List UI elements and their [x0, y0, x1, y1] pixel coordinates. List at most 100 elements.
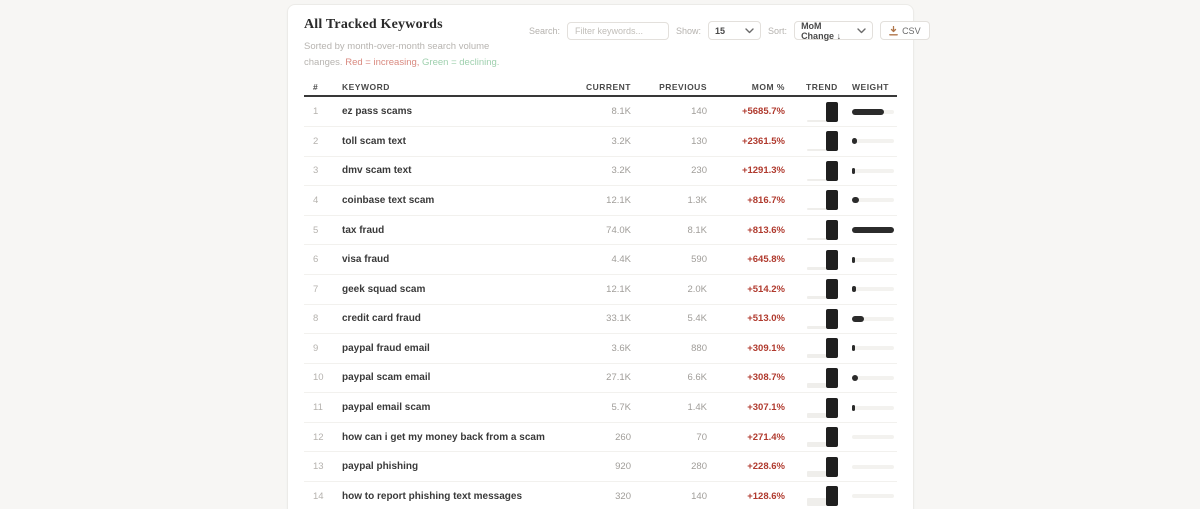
show-select[interactable]: 15 — [708, 21, 762, 40]
tracked-keywords-card: All Tracked Keywords Sorted by month-ove… — [287, 4, 930, 509]
current-volume-cell: 12.1K — [606, 194, 631, 206]
trend-current-bar — [826, 456, 838, 477]
table-body: 1 ez pass scams 8.1K 140 +5685.7% 2 toll… — [304, 97, 897, 509]
weight-bar-fill — [852, 138, 858, 145]
previous-volume-cell: 1.4K — [687, 402, 707, 414]
weight-bar-fill — [852, 345, 855, 352]
trend-current-bar — [826, 160, 838, 181]
previous-volume-cell: 5.4K — [687, 313, 707, 325]
weight-bar-fill — [852, 315, 864, 322]
weight-cell — [839, 138, 897, 145]
weight-bar-track — [852, 139, 894, 144]
row-number: 1 — [313, 106, 319, 118]
column-header-current: CURRENT — [585, 82, 631, 93]
title-block: All Tracked Keywords Sorted by month-ove… — [304, 17, 529, 70]
weight-cell — [839, 493, 897, 499]
row-number: 7 — [313, 283, 319, 295]
previous-volume-cell: 140 — [691, 106, 707, 118]
weight-cell — [839, 315, 897, 322]
trend-sparkline — [785, 190, 839, 211]
trend-previous-bar — [807, 497, 826, 507]
trend-current-bar — [826, 131, 838, 152]
weight-bar — [852, 108, 894, 115]
trend-sparkline — [785, 397, 839, 418]
keyword-cell: paypal fraud email — [342, 342, 430, 354]
keyword-cell: paypal phishing — [342, 461, 419, 473]
keyword-cell: paypal email scam — [342, 402, 431, 414]
previous-volume-cell: 130 — [691, 135, 707, 147]
table-row: 8 credit card fraud 33.1K 5.4K +513.0% — [304, 305, 897, 335]
weight-bar-track — [852, 435, 894, 440]
keywords-table: # KEYWORD CURRENT PREVIOUS MOM % TREND W… — [288, 79, 913, 509]
show-select-value: 15 — [715, 25, 726, 36]
weight-bar-track — [852, 375, 894, 380]
column-header-mom: MOM % — [751, 82, 785, 93]
current-volume-cell: 3.2K — [611, 135, 631, 147]
row-number: 4 — [313, 194, 319, 206]
subtitle-green-text: Green = declining. — [422, 56, 500, 68]
current-volume-cell: 33.1K — [606, 313, 631, 325]
row-number: 10 — [313, 372, 324, 384]
trend-previous-bar — [807, 237, 826, 241]
trend-current-bar — [826, 249, 838, 270]
table-row: 3 dmv scam text 3.2K 230 +1291.3% — [304, 157, 897, 187]
table-row: 7 geek squad scam 12.1K 2.0K +514.2% — [304, 275, 897, 305]
weight-bar-fill — [852, 227, 894, 234]
mom-change-cell: +816.7% — [747, 194, 785, 206]
weight-bar — [852, 493, 894, 499]
trend-sparkline — [785, 308, 839, 329]
table-row: 9 paypal fraud email 3.6K 880 +309.1% — [304, 334, 897, 364]
previous-volume-cell: 2.0K — [687, 283, 707, 295]
current-volume-cell: 27.1K — [606, 372, 631, 384]
previous-volume-cell: 8.1K — [687, 224, 707, 236]
weight-bar-track — [852, 494, 894, 499]
trend-sparkline — [785, 160, 839, 181]
weight-bar-fill — [852, 374, 858, 381]
weight-bar-track — [852, 168, 894, 173]
row-number: 9 — [313, 342, 319, 354]
trend-previous-bar — [807, 295, 826, 300]
weight-cell — [839, 374, 897, 381]
row-number: 12 — [313, 431, 324, 443]
subtitle: Sorted by month-over-month search volume… — [304, 39, 529, 70]
weight-bar — [852, 167, 894, 174]
current-volume-cell: 260 — [615, 431, 631, 443]
weight-cell — [839, 227, 897, 234]
trend-sparkline — [785, 220, 839, 241]
current-volume-cell: 4.4K — [611, 254, 631, 266]
previous-volume-cell: 280 — [691, 461, 707, 473]
current-volume-cell: 3.2K — [611, 165, 631, 177]
weight-bar — [852, 345, 894, 352]
column-header-trend: TREND — [806, 82, 838, 93]
csv-export-button[interactable]: CSV — [880, 21, 930, 40]
chevron-down-icon — [745, 27, 754, 34]
column-header-previous: PREVIOUS — [659, 82, 707, 93]
trend-previous-bar — [807, 412, 826, 418]
trend-previous-bar — [807, 208, 826, 211]
search-input[interactable] — [567, 21, 670, 40]
sort-select[interactable]: MoM Change ↓ — [794, 21, 874, 41]
trend-current-bar — [826, 397, 838, 418]
trend-previous-bar — [807, 353, 826, 359]
mom-change-cell: +5685.7% — [741, 106, 785, 118]
current-volume-cell: 920 — [615, 461, 631, 473]
mom-change-cell: +271.4% — [747, 431, 785, 443]
table-row: 1 ez pass scams 8.1K 140 +5685.7% — [304, 97, 897, 127]
trend-current-bar — [826, 367, 838, 388]
column-header-num: # — [313, 82, 319, 93]
weight-bar-fill — [852, 197, 859, 204]
current-volume-cell: 8.1K — [611, 106, 631, 118]
weight-bar-track — [852, 464, 894, 469]
keyword-cell: tax fraud — [342, 224, 385, 236]
mom-change-cell: +308.7% — [747, 372, 785, 384]
keyword-cell: paypal scam email — [342, 372, 431, 384]
table-row: 14 how to report phishing text messages … — [304, 482, 897, 509]
trend-current-bar — [826, 279, 838, 300]
subtitle-red-text: Red = increasing, — [345, 56, 423, 68]
trend-previous-bar — [807, 178, 826, 181]
weight-bar — [852, 197, 894, 204]
weight-bar-track — [852, 346, 894, 351]
trend-sparkline — [785, 131, 839, 152]
weight-cell — [839, 434, 897, 440]
chevron-down-icon — [857, 27, 866, 34]
